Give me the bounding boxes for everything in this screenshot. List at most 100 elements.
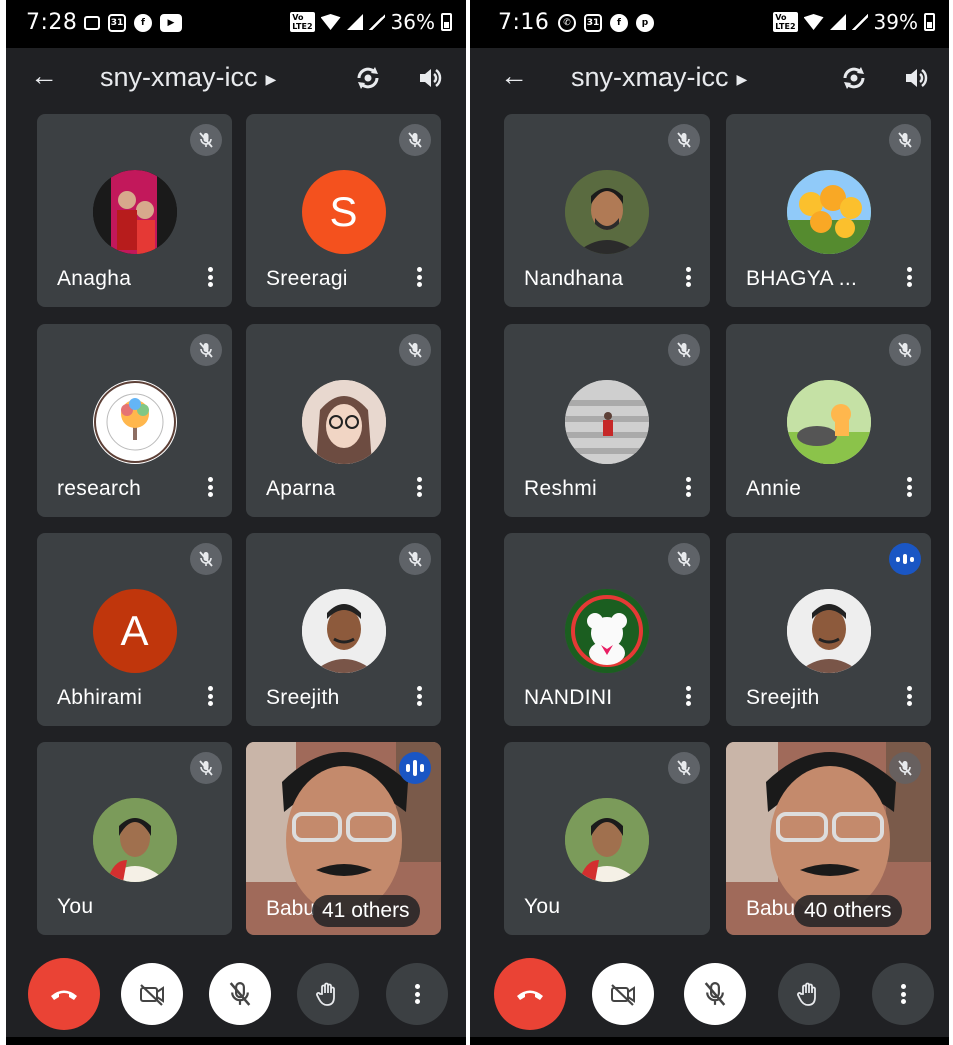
screen-record-icon [84,16,100,30]
more-options-button[interactable] [386,963,448,1025]
mic-off-icon [190,124,222,156]
participant-name: You [524,895,561,918]
participant-tile[interactable]: Sreejith [246,533,441,726]
more-vert-icon[interactable] [680,263,696,291]
more-vert-icon[interactable] [411,263,427,291]
signal-icon [829,14,846,30]
battery-icon [924,13,935,31]
avatar [565,798,649,882]
camera-toggle-button[interactable] [121,963,183,1025]
self-tile[interactable]: You [504,742,710,935]
hand-icon [797,982,816,1006]
participant-tile[interactable]: Aparna [246,324,441,517]
more-vert-icon [409,980,425,1008]
participant-name: Babu [266,897,316,920]
avatar-letter: A [120,607,149,654]
status-time: 7:28 [26,10,78,35]
participant-tile[interactable]: A Abhirami [37,533,232,726]
video-tile[interactable]: Babu 40 others [726,742,931,935]
pinterest-icon: p [636,14,654,32]
self-tile[interactable]: You [37,742,232,935]
camera-toggle-button[interactable] [592,963,654,1025]
avatar [786,589,871,673]
call-controls [470,955,949,1035]
mic-off-icon [399,334,431,366]
back-arrow-icon[interactable]: ← [30,62,58,90]
meeting-header: ← sny-xmay-icc ▶ [470,48,949,108]
end-call-button[interactable] [494,958,566,1030]
mic-off-icon [668,124,700,156]
raise-hand-button[interactable] [778,963,840,1025]
participant-tile[interactable]: research [37,324,232,517]
mic-toggle-button[interactable] [209,963,271,1025]
avatar-letter: S [329,188,358,235]
battery-percent: 39% [873,10,918,34]
switch-camera-icon[interactable] [350,60,386,96]
participant-tile[interactable]: Anagha [37,114,232,307]
facebook-icon: f [610,14,628,32]
speaking-indicator-icon [399,752,431,784]
avatar: S [301,170,386,254]
more-options-button[interactable] [872,963,934,1025]
hand-icon [316,982,335,1006]
avatar [301,589,386,673]
participant-name: research [57,477,142,500]
battery-percent: 36% [390,10,435,34]
participant-name: BHAGYA ... [746,267,858,290]
participant-tile[interactable]: NANDINI [504,533,710,726]
battery-icon [441,13,452,31]
more-vert-icon[interactable] [202,473,218,501]
meeting-title[interactable]: sny-xmay-icc ▶ [571,62,747,94]
left-screenshot: 7:28 31 f ▶ VoLTE2 36% ← sny-xmay-icc▶ [6,0,466,1045]
participant-name: Annie [746,477,802,500]
others-count-badge[interactable]: 40 others [794,895,902,927]
meeting-title[interactable]: sny-xmay-icc ▶ [100,62,276,94]
participant-tile[interactable]: Sreejith [726,533,931,726]
speaking-indicator-icon [889,543,921,575]
participant-tile[interactable]: Annie [726,324,931,517]
raise-hand-button[interactable] [297,963,359,1025]
mic-off-icon [889,752,921,784]
more-vert-icon[interactable] [680,682,696,710]
status-time: 7:16 [498,10,550,35]
calendar-icon: 31 [108,14,126,32]
participant-tile[interactable]: BHAGYA ... [726,114,931,307]
participant-name: Sreejith [746,686,820,709]
participant-tile[interactable]: Nandhana [504,114,710,307]
more-vert-icon[interactable] [202,682,218,710]
others-count-badge[interactable]: 41 others [312,895,420,927]
participant-name: NANDINI [524,686,613,709]
switch-camera-icon[interactable] [836,60,872,96]
more-vert-icon[interactable] [680,473,696,501]
participant-name: Reshmi [524,477,597,500]
avatar [92,170,177,254]
more-vert-icon[interactable] [411,682,427,710]
more-vert-icon[interactable] [901,263,917,291]
camera-off-icon [140,984,164,1006]
speaker-icon[interactable] [412,60,448,96]
participant-tile[interactable]: S Sreeragi [246,114,441,307]
participant-tile[interactable]: Reshmi [504,324,710,517]
avatar [786,170,871,254]
phone-hangup-icon [517,990,543,1000]
more-vert-icon[interactable] [901,682,917,710]
back-arrow-icon[interactable]: ← [500,62,528,90]
participant-name: Aparna [266,477,336,500]
mic-toggle-button[interactable] [684,963,746,1025]
end-call-button[interactable] [28,958,100,1030]
speaker-icon[interactable] [898,60,934,96]
college-logo [92,380,177,464]
mic-off-icon [668,543,700,575]
signal-2-icon [368,14,385,30]
more-vert-icon[interactable] [411,473,427,501]
more-vert-icon[interactable] [202,263,218,291]
camera-off-icon [611,984,635,1006]
nav-strip [470,1037,949,1045]
status-bar: 7:16 ✆ 31 f p Vo LTE2 39% [470,0,949,48]
video-tile[interactable]: Babu 41 others [246,742,441,935]
nav-strip [6,1037,466,1045]
wifi-icon [803,14,824,30]
more-vert-icon[interactable] [901,473,917,501]
mic-off-icon [668,334,700,366]
mic-off-icon [190,334,222,366]
